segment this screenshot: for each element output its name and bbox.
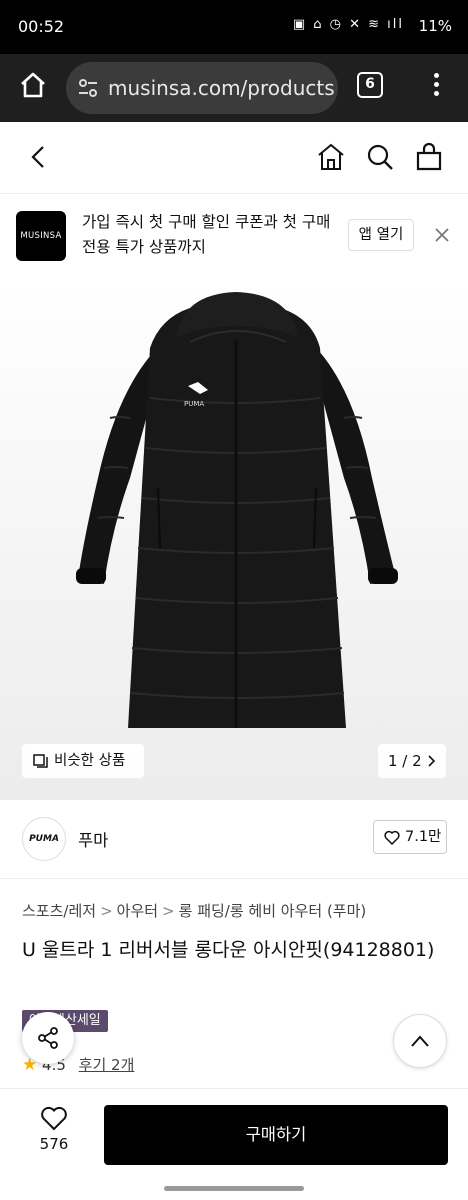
- banner-message: 가입 즉시 첫 구매 할인 쿠폰과 첫 구매 전용 특가 상품까지: [82, 213, 331, 256]
- search-icon[interactable]: [365, 142, 395, 172]
- app-install-banner: MUSINSA 가입 즉시 첫 구매 할인 쿠폰과 첫 구매 전용 특가 상품까…: [0, 194, 468, 278]
- similar-label: 비슷한 상품: [54, 753, 126, 769]
- brand-name[interactable]: 푸마: [78, 827, 108, 851]
- heart-icon: [41, 1106, 67, 1131]
- site-settings-icon[interactable]: [76, 76, 100, 100]
- product-image-gallery[interactable]: PUMA 비슷한 상품 1 / 2: [0, 278, 468, 800]
- page-indicator-text: 1 / 2: [388, 752, 422, 770]
- breadcrumb-item[interactable]: 롱 패딩/롱 헤비 아우터 (푸마): [179, 902, 367, 920]
- wishlist-count: 576: [39, 1135, 69, 1153]
- cart-icon[interactable]: [414, 142, 444, 172]
- back-icon[interactable]: [24, 142, 54, 172]
- status-time: 00:52: [18, 17, 65, 36]
- gesture-area: [0, 1178, 468, 1200]
- browser-menu-icon[interactable]: [424, 70, 448, 102]
- browser-toolbar: musinsa.com/products 6: [0, 54, 468, 122]
- battery-level: 11%: [418, 17, 452, 35]
- brand-like-button[interactable]: 7.1만: [373, 820, 447, 854]
- breadcrumb: 스포츠/레저 > 아우터 > 롱 패딩/롱 헤비 아우터 (푸마): [22, 900, 366, 921]
- app-header: [0, 122, 468, 194]
- breadcrumb-separator: >: [162, 902, 175, 920]
- coat-logo-text: PUMA: [184, 400, 204, 408]
- gesture-handle[interactable]: [164, 1186, 304, 1191]
- divider: [0, 878, 468, 879]
- share-icon: [38, 1027, 58, 1049]
- breadcrumb-item[interactable]: 스포츠/레저: [22, 902, 96, 920]
- reviews-link[interactable]: 후기 2개: [79, 1056, 135, 1074]
- status-bar: 00:52 ▣ ⌂ ◷ ✕ ≋ ıll 11%: [0, 0, 468, 54]
- home-icon[interactable]: [18, 70, 48, 100]
- similar-products-button[interactable]: 비슷한 상품: [22, 744, 144, 778]
- purchase-bar: 576 구매하기: [0, 1088, 468, 1178]
- share-button[interactable]: [22, 1012, 74, 1064]
- status-icons: ▣ ⌂ ◷ ✕ ≋ ıll: [292, 17, 404, 32]
- chevron-up-icon: [411, 1035, 429, 1047]
- wishlist-button[interactable]: 576: [30, 1105, 78, 1153]
- brand-logo[interactable]: PUMA: [22, 817, 66, 861]
- breadcrumb-item[interactable]: 아우터: [117, 902, 158, 920]
- open-app-button[interactable]: 앱 열기: [348, 219, 414, 251]
- tab-switcher-button[interactable]: 6: [357, 72, 383, 98]
- brand-like-count: 7.1만: [405, 829, 442, 845]
- address-bar[interactable]: musinsa.com/products: [66, 62, 338, 114]
- scroll-to-top-button[interactable]: [393, 1014, 447, 1068]
- brand-row[interactable]: PUMA 푸마 7.1만: [0, 800, 468, 878]
- heart-icon: [384, 830, 400, 845]
- product-title: U 울트라 1 리버서블 롱다운 아시안핏(94128801): [22, 939, 435, 961]
- product-image: PUMA: [76, 292, 398, 728]
- url-text: musinsa.com/products: [108, 76, 335, 100]
- musinsa-logo: MUSINSA: [16, 211, 66, 261]
- image-page-indicator[interactable]: 1 / 2: [378, 744, 446, 778]
- chevron-right-icon: [428, 755, 436, 767]
- breadcrumb-separator: >: [100, 902, 113, 920]
- similar-icon: [33, 754, 48, 768]
- home-icon[interactable]: [316, 142, 346, 172]
- close-icon[interactable]: [432, 225, 452, 245]
- buy-button[interactable]: 구매하기: [104, 1105, 448, 1165]
